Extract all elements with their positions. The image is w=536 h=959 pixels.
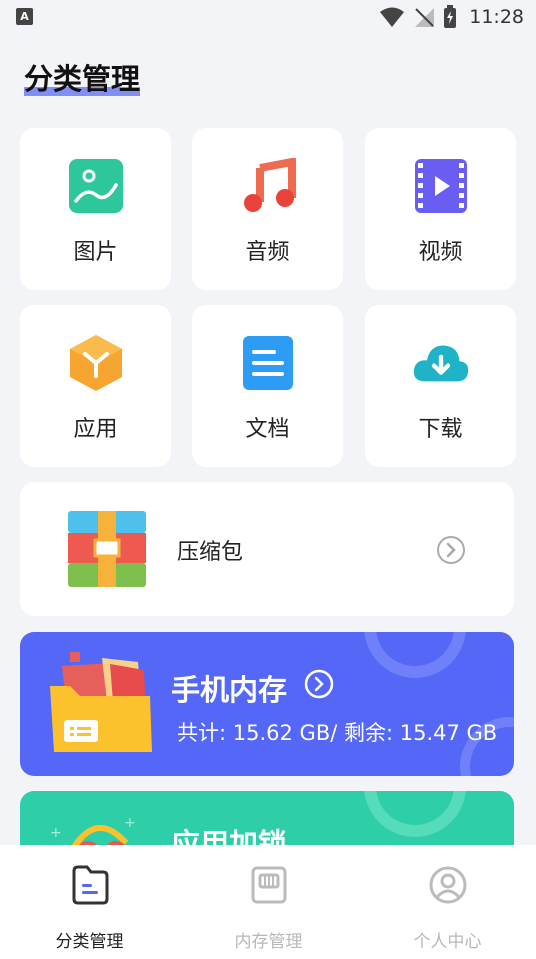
decorative-circle — [364, 632, 466, 678]
tab-category-management[interactable]: 分类管理 — [0, 845, 179, 959]
status-icons: 11:28 — [379, 4, 524, 30]
cloud-download-icon — [413, 335, 469, 391]
tab-personal-center[interactable]: 个人中心 — [358, 845, 536, 959]
chevron-right-icon[interactable] — [304, 669, 334, 699]
storage-folder-icon — [50, 652, 152, 752]
category-video[interactable]: 视频 — [365, 128, 516, 290]
chevron-right-icon[interactable] — [436, 535, 466, 565]
folder-doc-icon — [72, 865, 108, 905]
category-label: 文档 — [245, 417, 290, 442]
category-audio[interactable]: 音频 — [192, 128, 343, 290]
storage-info: 共计: 15.62 GB/ 剩余: 15.47 GB — [177, 721, 498, 745]
image-icon — [68, 158, 124, 214]
archive-label: 压缩包 — [177, 540, 244, 565]
user-icon — [429, 866, 466, 904]
category-documents[interactable]: 文档 — [192, 305, 343, 467]
no-signal-icon — [415, 8, 435, 27]
bottom-tab-bar: 分类管理 内存管理 个人中心 — [0, 845, 536, 959]
document-icon — [240, 335, 296, 391]
clock: 11:28 — [469, 6, 524, 28]
category-images[interactable]: 图片 — [20, 128, 171, 290]
music-icon — [240, 158, 296, 214]
status-bar: A 11:28 — [0, 0, 536, 34]
tab-label: 个人中心 — [413, 932, 482, 952]
phone-storage-card[interactable]: 手机内存 共计: 15.62 GB/ 剩余: 15.47 GB — [20, 632, 514, 776]
category-apps[interactable]: 应用 — [20, 305, 171, 467]
category-label: 音频 — [245, 240, 290, 265]
tab-label: 内存管理 — [234, 932, 303, 952]
app-icon — [68, 335, 124, 391]
category-label: 下载 — [418, 417, 463, 442]
tab-label: 分类管理 — [55, 932, 124, 952]
storage-title: 手机内存 — [171, 673, 288, 707]
category-archives[interactable]: 压缩包 — [20, 482, 514, 616]
decorative-circle — [364, 791, 466, 837]
svg-text:+: + — [124, 815, 136, 831]
svg-text:+: + — [50, 825, 62, 841]
video-icon — [413, 158, 469, 214]
category-label: 应用 — [73, 417, 118, 442]
category-downloads[interactable]: 下载 — [365, 305, 516, 467]
sd-card-icon — [251, 866, 286, 904]
battery-icon — [444, 5, 457, 28]
archive-icon — [68, 511, 146, 587]
category-label: 视频 — [418, 240, 463, 265]
page-title: 分类管理 — [24, 62, 141, 96]
category-label: 图片 — [73, 240, 118, 265]
wifi-icon — [380, 7, 405, 27]
tab-storage-management[interactable]: 内存管理 — [179, 845, 358, 959]
notification-icon: A — [16, 8, 33, 25]
